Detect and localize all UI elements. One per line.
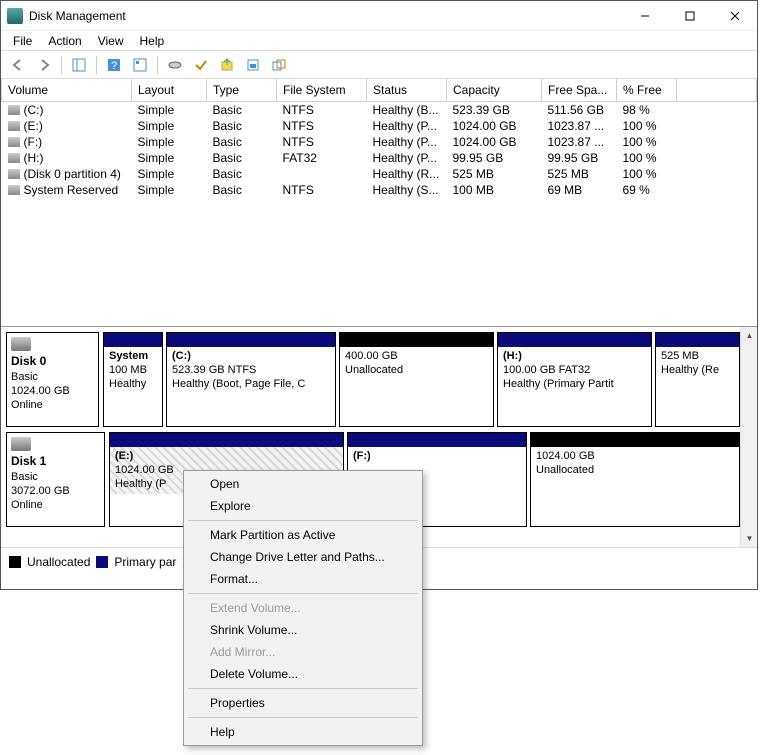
col-free[interactable]: Free Spa... [542, 79, 617, 101]
show-hide-tree-button[interactable] [68, 54, 90, 76]
partition-bar [104, 333, 162, 347]
partition[interactable]: (C:)523.39 GB NTFSHealthy (Boot, Page Fi… [166, 332, 336, 427]
disk-row: Disk 0Basic1024.00 GBOnlineSystem100 MBH… [6, 332, 740, 427]
partition-bar [531, 433, 739, 447]
forward-button[interactable] [33, 54, 55, 76]
volume-icon [8, 105, 20, 115]
volume-icon [8, 137, 20, 147]
menubar: File Action View Help [1, 31, 757, 51]
menu-item[interactable]: Mark Partition as Active [186, 524, 420, 546]
table-row[interactable]: (H:)SimpleBasicFAT32Healthy (P...99.95 G… [2, 150, 757, 166]
menu-separator [188, 688, 418, 689]
table-row[interactable]: (F:)SimpleBasicNTFSHealthy (P...1024.00 … [2, 134, 757, 150]
partition[interactable]: System100 MBHealthy [103, 332, 163, 427]
menu-help[interactable]: Help [134, 32, 171, 50]
menu-item[interactable]: Change Drive Letter and Paths... [186, 546, 420, 568]
context-menu[interactable]: OpenExplore Mark Partition as ActiveChang… [183, 470, 423, 746]
volume-icon [8, 169, 20, 179]
app-icon [7, 8, 23, 24]
menu-item[interactable]: Explore [186, 495, 420, 517]
window-title: Disk Management [29, 9, 622, 23]
menu-item[interactable]: Shrink Volume... [186, 619, 420, 641]
menu-item[interactable]: Open [186, 473, 420, 495]
menu-item[interactable]: Properties [186, 692, 420, 714]
partition-bar [110, 433, 343, 447]
disk-list-button[interactable] [164, 54, 186, 76]
maximize-button[interactable] [667, 2, 712, 30]
table-row[interactable]: System ReservedSimpleBasicNTFSHealthy (S… [2, 182, 757, 198]
settings-button[interactable] [129, 54, 151, 76]
disk-header[interactable]: Disk 1Basic3072.00 GBOnline [6, 432, 105, 527]
disk-header[interactable]: Disk 0Basic1024.00 GBOnline [6, 332, 99, 427]
volume-icon [8, 153, 20, 163]
partition[interactable]: 400.00 GBUnallocated [339, 332, 494, 427]
svg-text:?: ? [111, 60, 117, 72]
table-row[interactable]: (Disk 0 partition 4)SimpleBasicHealthy (… [2, 166, 757, 182]
volume-icon [8, 121, 20, 131]
volume-table: Volume Layout Type File System Status Ca… [1, 79, 757, 198]
scroll-up-icon[interactable]: ▲ [741, 327, 758, 344]
partition-bar [656, 333, 739, 347]
partition-bar [167, 333, 335, 347]
menu-item: Add Mirror... [186, 641, 420, 663]
partition[interactable]: 1024.00 GBUnallocated [530, 432, 740, 527]
vertical-scrollbar[interactable]: ▲ ▼ [740, 327, 757, 547]
toolbar: ? [1, 51, 757, 79]
back-button[interactable] [7, 54, 29, 76]
menu-item: Extend Volume... [186, 597, 420, 619]
partition[interactable]: (H:)100.00 GB FAT32Healthy (Primary Part… [497, 332, 652, 427]
volume-icon [8, 185, 20, 195]
partition-bar [498, 333, 651, 347]
legend-primary-label: Primary par [114, 555, 176, 569]
action1-button[interactable] [216, 54, 238, 76]
col-fs[interactable]: File System [277, 79, 367, 101]
col-layout[interactable]: Layout [132, 79, 207, 101]
minimize-button[interactable] [622, 2, 667, 30]
menu-item[interactable]: Format... [186, 568, 420, 590]
check-button[interactable] [190, 54, 212, 76]
menu-file[interactable]: File [7, 32, 38, 50]
partition-bar [348, 433, 526, 447]
table-row[interactable]: (C:)SimpleBasicNTFSHealthy (B...523.39 G… [2, 101, 757, 118]
menu-separator [188, 520, 418, 521]
menu-item[interactable]: Help [186, 721, 420, 743]
menu-action[interactable]: Action [42, 32, 87, 50]
legend-unallocated-swatch [9, 556, 21, 568]
col-volume[interactable]: Volume [2, 79, 132, 101]
table-row[interactable]: (E:)SimpleBasicNTFSHealthy (P...1024.00 … [2, 118, 757, 134]
legend-unallocated-label: Unallocated [27, 555, 90, 569]
menu-view[interactable]: View [92, 32, 130, 50]
col-type[interactable]: Type [207, 79, 277, 101]
menu-separator [188, 717, 418, 718]
col-pctfree[interactable]: % Free [617, 79, 677, 101]
col-capacity[interactable]: Capacity [447, 79, 542, 101]
action3-button[interactable] [268, 54, 290, 76]
legend-primary-swatch [96, 556, 108, 568]
col-status[interactable]: Status [367, 79, 447, 101]
disk-icon [11, 337, 31, 351]
titlebar: Disk Management [1, 1, 757, 31]
column-headers[interactable]: Volume Layout Type File System Status Ca… [2, 79, 757, 101]
disk-icon [11, 437, 31, 451]
partition[interactable]: 525 MBHealthy (Re [655, 332, 740, 427]
menu-separator [188, 593, 418, 594]
scroll-down-icon[interactable]: ▼ [741, 530, 758, 547]
menu-item[interactable]: Delete Volume... [186, 663, 420, 685]
partition-bar [340, 333, 493, 347]
close-button[interactable] [712, 2, 757, 30]
action2-button[interactable] [242, 54, 264, 76]
help-button[interactable]: ? [103, 54, 125, 76]
volume-list-pane[interactable]: Volume Layout Type File System Status Ca… [1, 79, 757, 327]
